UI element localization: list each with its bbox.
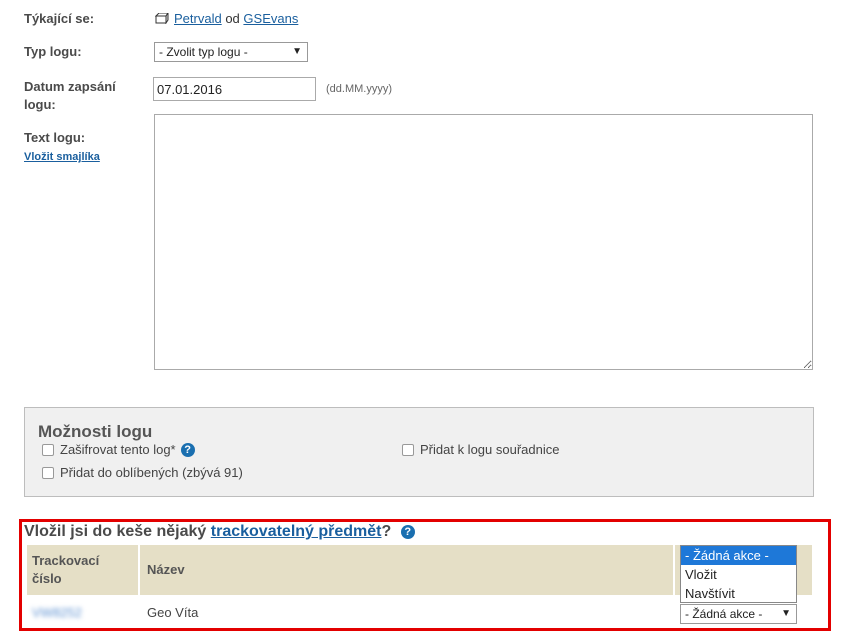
help-icon[interactable]: ? bbox=[400, 525, 415, 539]
log-options-title: Možnosti logu bbox=[38, 422, 153, 441]
coords-checkbox[interactable] bbox=[402, 443, 414, 456]
cache-name-link[interactable]: Petrvald bbox=[174, 11, 222, 26]
related-label: Týkající se: bbox=[24, 11, 95, 26]
log-date-label-line1: Datum zapsání bbox=[24, 79, 116, 94]
trackable-item-link[interactable]: trackovatelný předmět bbox=[211, 523, 382, 540]
log-date-label-line2: logu: bbox=[24, 97, 56, 112]
action-dropdown-list[interactable]: - Žádná akce - Vložit Navštívit bbox=[680, 545, 797, 603]
log-date-label: Datum zapsání logu: bbox=[24, 78, 116, 114]
encrypt-checkbox[interactable] bbox=[42, 443, 54, 456]
column-header-number: Trackovací číslo bbox=[27, 545, 138, 595]
coords-option[interactable]: Přidat k logu souřadnice bbox=[402, 442, 559, 457]
log-text-area[interactable] bbox=[154, 114, 813, 370]
log-options-panel: Možnosti logu Zašifrovat tento log* ? Př… bbox=[24, 407, 814, 497]
by-text: od bbox=[225, 11, 240, 26]
insert-smiley-link[interactable]: Vložit smajlíka bbox=[24, 151, 100, 163]
trackables-title-prefix: Vložil jsi do keše nějaký bbox=[24, 523, 207, 540]
log-type-label: Typ logu: bbox=[24, 44, 82, 59]
column-header-name-text: Název bbox=[147, 562, 185, 577]
favorite-label: Přidat do oblíbených (zbývá 91) bbox=[60, 465, 243, 480]
column-header-number-line1: Trackovací bbox=[32, 553, 100, 568]
cache-owner-link[interactable]: GSEvans bbox=[243, 11, 298, 26]
log-text-label: Text logu: bbox=[24, 130, 86, 145]
help-icon[interactable]: ? bbox=[180, 442, 195, 457]
trackable-name: Geo Víta bbox=[147, 605, 199, 620]
column-header-name: Název bbox=[140, 545, 673, 595]
log-date-input[interactable] bbox=[153, 77, 316, 101]
chevron-down-icon: ▼ bbox=[781, 608, 791, 619]
favorite-checkbox[interactable] bbox=[42, 466, 54, 479]
trackable-code[interactable]: VW8252 bbox=[32, 605, 82, 620]
log-type-value: - Zvolit typ logu - bbox=[159, 45, 248, 59]
trackable-action-select[interactable]: - Žádná akce - ▼ bbox=[680, 604, 797, 624]
date-format-hint: (dd.MM.yyyy) bbox=[326, 83, 392, 95]
trackables-title: Vložil jsi do keše nějaký trackovatelný … bbox=[24, 523, 415, 541]
chevron-down-icon: ▼ bbox=[292, 46, 302, 57]
trackables-title-suffix: ? bbox=[381, 523, 392, 540]
cache-type-icon bbox=[155, 13, 169, 24]
coords-label: Přidat k logu souřadnice bbox=[420, 442, 560, 457]
dropdown-option-none[interactable]: - Žádná akce - bbox=[681, 546, 796, 565]
encrypt-option[interactable]: Zašifrovat tento log* ? bbox=[42, 442, 195, 457]
dropdown-option-drop[interactable]: Vložit bbox=[681, 565, 796, 584]
favorite-option[interactable]: Přidat do oblíbených (zbývá 91) bbox=[42, 465, 243, 480]
trackable-action-value: - Žádná akce - bbox=[685, 607, 763, 621]
column-header-number-line2: číslo bbox=[32, 571, 62, 586]
related-value: Petrvald od GSEvans bbox=[155, 10, 298, 28]
encrypt-label: Zašifrovat tento log* bbox=[60, 442, 176, 457]
dropdown-option-visit[interactable]: Navštívit bbox=[681, 584, 796, 603]
log-type-select[interactable]: - Zvolit typ logu - ▼ bbox=[154, 42, 308, 62]
